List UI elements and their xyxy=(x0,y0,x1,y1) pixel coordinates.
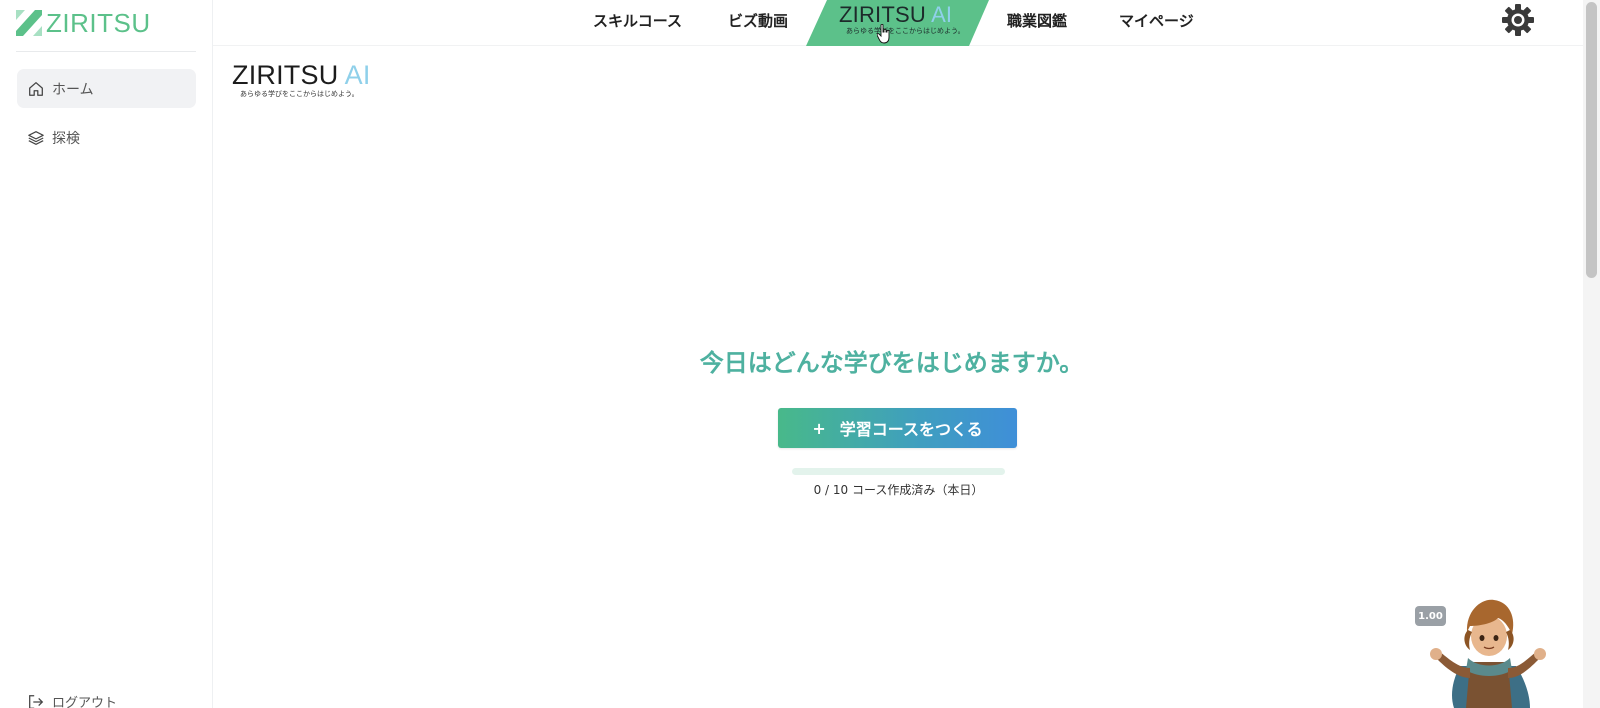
plus-icon: + xyxy=(812,418,826,438)
course-progress-label: 0 / 10 コース作成済み（本日） xyxy=(813,483,984,497)
create-course-label: 学習コースをつくる xyxy=(839,420,983,439)
page-scrollbar[interactable] xyxy=(1583,0,1600,708)
brand-logo[interactable]: ZIRITSU xyxy=(16,8,151,38)
pointer-cursor-icon xyxy=(877,24,890,44)
sidebar-item-explore[interactable]: 探検 xyxy=(17,118,196,157)
mascot-widget[interactable]: 1.00 xyxy=(1412,596,1562,708)
sidebar-divider xyxy=(16,51,196,52)
brand-name: ZIRITSU xyxy=(46,7,151,38)
ai-tab-title: ZIRITSU AI xyxy=(839,2,953,27)
create-course-button[interactable]: + 学習コースをつくる xyxy=(778,408,1017,448)
tab-skill-course[interactable]: スキルコース xyxy=(593,10,682,31)
sidebar: ZIRITSU ホーム 探検 ログアウト xyxy=(0,0,213,708)
sidebar-item-label: ホーム xyxy=(52,81,94,98)
ziritsu-logo-icon xyxy=(16,10,42,36)
sidebar-item-home[interactable]: ホーム xyxy=(17,69,196,108)
zoom-level-badge: 1.00 xyxy=(1415,606,1446,626)
scrollbar-thumb[interactable] xyxy=(1586,2,1597,278)
sidebar-item-label: 探検 xyxy=(52,130,80,147)
course-progress-bar xyxy=(792,468,1005,475)
tab-mypage[interactable]: マイページ xyxy=(1119,10,1194,31)
ai-tab-tagline: あらゆる学びをここからはじめよう。 xyxy=(846,27,965,35)
tab-biz-video[interactable]: ビズ動画 xyxy=(728,10,788,31)
tab-job-encyclopedia[interactable]: 職業図鑑 xyxy=(1007,10,1067,31)
logout-button[interactable]: ログアウト xyxy=(27,692,117,708)
home-icon xyxy=(29,81,43,96)
top-navigation: スキルコース ビズ動画 ZIRITSU AI あらゆる学びをここからはじめよう。… xyxy=(213,0,1583,46)
ziritsu-ai-logo: ZIRITSU AI あらゆる学びをここからはじめよう。 xyxy=(232,60,371,99)
logout-icon xyxy=(29,694,44,708)
logout-label: ログアウト xyxy=(52,696,118,708)
ziritsu-ai-logo-tagline: あらゆる学びをここからはじめよう。 xyxy=(240,90,359,98)
layers-icon xyxy=(28,130,44,145)
page-headline: 今日はどんな学びをはじめますか。 xyxy=(699,349,1084,377)
tab-ziritsu-ai[interactable]: ZIRITSU AI あらゆる学びをここからはじめよう。 xyxy=(806,0,989,46)
gear-icon[interactable] xyxy=(1500,2,1536,38)
ziritsu-ai-logo-title: ZIRITSU AI xyxy=(232,60,371,90)
